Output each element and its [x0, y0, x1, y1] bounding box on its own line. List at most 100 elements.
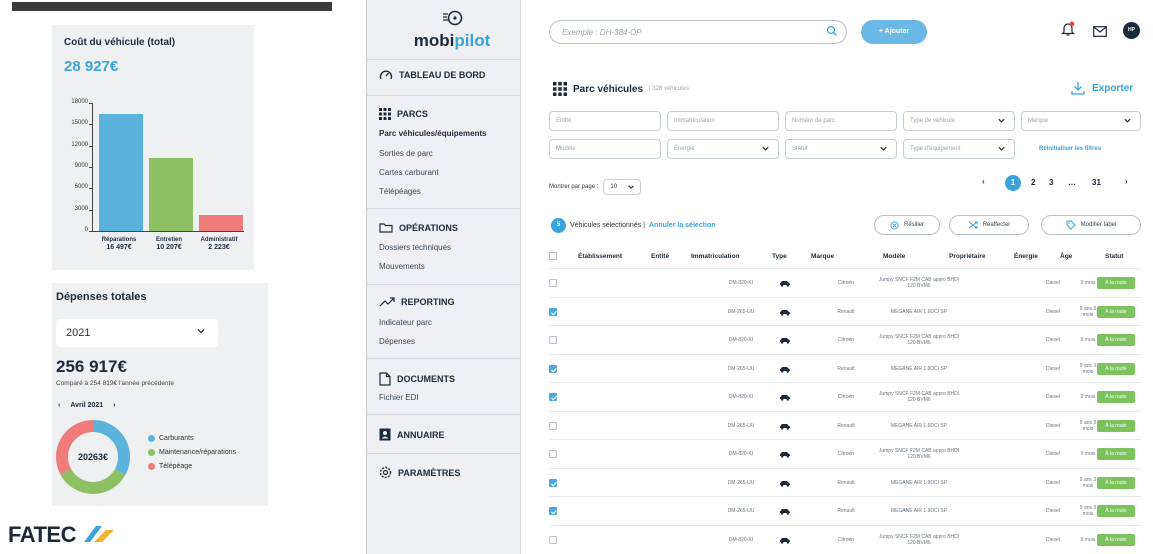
nav-dashboard[interactable]: TABLEAU DE BORD: [379, 69, 485, 81]
year-select[interactable]: 2021: [56, 319, 218, 347]
chevron-down-icon: [196, 326, 206, 339]
y-tick-label: 6000: [74, 184, 88, 191]
cancel-selection-link[interactable]: Annuler la sélection: [649, 222, 716, 229]
filter-type-vehicule[interactable]: Type de véhicule: [903, 111, 1015, 131]
table-row[interactable]: DM-265-UU Renault MEGANE AIR 1.9DCI SP Dies…: [549, 496, 1141, 525]
table-row[interactable]: DM-820-KI Citroën Jumpy SNCF F2M CAB appro…: [549, 268, 1141, 297]
page-title-text: Parc véhicules: [573, 83, 644, 95]
search-icon[interactable]: [826, 25, 838, 39]
cell-immatriculation: DM-820-KI: [728, 337, 754, 343]
pager-page-3[interactable]: 3: [1049, 178, 1053, 187]
col-age[interactable]: Âge: [1060, 253, 1072, 260]
filter-marque[interactable]: Marque: [1021, 111, 1141, 131]
filter-entite[interactable]: Entité: [549, 111, 661, 131]
row-checkbox[interactable]: [549, 364, 557, 373]
nav-parc-vehicules[interactable]: Parc véhicules/équipements: [379, 129, 487, 138]
nav-mouvements[interactable]: Mouvements: [379, 262, 425, 271]
nav-operations[interactable]: OPÉRATIONS: [379, 222, 458, 233]
expenses-card-title: Dépenses totales: [56, 291, 147, 303]
nav-parcs[interactable]: PARCS: [379, 108, 428, 120]
filter-modele[interactable]: Modèle: [549, 139, 661, 159]
nav-cartes-carburant[interactable]: Cartes carburant: [379, 168, 439, 177]
nav-annuaire[interactable]: ANNUAIRE: [379, 428, 445, 441]
mobipilot-logo[interactable]: mobipilot: [407, 8, 497, 51]
filter-statut[interactable]: Statut: [785, 139, 897, 159]
add-button[interactable]: + Ajouter: [861, 20, 927, 44]
table-row[interactable]: DM-820-KI Citroën Jumpy SNCF F2M CAB appro…: [549, 382, 1141, 411]
col-etablissement[interactable]: Établissement: [578, 253, 622, 260]
nav-fichier-edi[interactable]: Fichier EDI: [379, 393, 419, 402]
filter-type-equipement[interactable]: Type d'équipement: [903, 139, 1015, 159]
nav-reporting[interactable]: REPORTING: [379, 297, 455, 307]
cell-immatriculation: DM-820-KI: [728, 451, 754, 457]
nav-documents[interactable]: DOCUMENTS: [379, 372, 455, 386]
nav-divider: [367, 95, 521, 96]
nav-dossiers-techniques[interactable]: Dossiers techniques: [379, 243, 451, 252]
table-row[interactable]: DM-265-UU Renault MEGANE AIR 1.9DCI SP Dies…: [549, 296, 1141, 326]
col-type[interactable]: Type: [772, 253, 787, 260]
table-row[interactable]: DM-820-KI Citroën Jumpy SNCF F2M CAB appro…: [549, 325, 1141, 354]
row-checkbox[interactable]: [549, 393, 557, 401]
cell-immatriculation: DM-265-UU: [727, 308, 755, 315]
row-checkbox[interactable]: [549, 478, 557, 487]
row-checkbox[interactable]: [549, 507, 557, 515]
car-icon: [780, 309, 790, 316]
next-month-button[interactable]: ›: [113, 402, 115, 409]
check-icon: [551, 367, 557, 373]
row-checkbox[interactable]: [549, 307, 557, 316]
mail-icon[interactable]: [1093, 24, 1107, 42]
export-button[interactable]: Exporter: [1070, 80, 1133, 96]
col-marque[interactable]: Marque: [811, 253, 834, 260]
row-checkbox[interactable]: [549, 450, 557, 458]
bar-value-label: 10 207€: [156, 244, 182, 251]
pager-page-1[interactable]: 1: [1005, 175, 1021, 191]
table-row[interactable]: DM-265-UU Renault MEGANE AIR 1.9DCI SP Dies…: [549, 467, 1141, 497]
row-checkbox[interactable]: [549, 535, 557, 544]
pager-prev-button[interactable]: ‹: [982, 177, 985, 186]
select-all-checkbox[interactable]: [549, 252, 557, 260]
pager-page-2[interactable]: 2: [1031, 178, 1035, 187]
row-checkbox[interactable]: [549, 421, 557, 430]
filter-energie[interactable]: Énergie: [667, 139, 779, 159]
reaffecter-button[interactable]: Réaffecter: [949, 215, 1029, 235]
filter-type-equipement-label: Type d'équipement: [910, 146, 961, 152]
cell-modele: MEGANE AIR 1.9DCI SP: [890, 308, 948, 315]
nav-sorties-de-parc[interactable]: Sorties de parc: [379, 149, 433, 158]
col-modele[interactable]: Modèle: [883, 253, 905, 260]
cost-bar-administratif: [199, 215, 243, 231]
col-entite[interactable]: Entité: [651, 253, 669, 260]
nav-telepeages[interactable]: Télépéages: [379, 187, 421, 196]
nav-indicateur-parc[interactable]: Indicateur parc: [379, 318, 432, 327]
bell-icon[interactable]: [1061, 21, 1075, 42]
row-checkbox[interactable]: [549, 336, 557, 344]
table-row[interactable]: DM-820-KI Citroën Jumpy SNCF F2M CAB appro…: [549, 439, 1141, 468]
col-proprietaire[interactable]: Propriétaire: [949, 253, 986, 260]
cell-modele: MEGANE AIR 1.9DCI SP: [890, 365, 948, 372]
status-badge: À la route: [1097, 334, 1135, 346]
filter-numero-parc[interactable]: Numéro de parc: [785, 111, 897, 131]
resilier-button[interactable]: Résilier: [874, 215, 940, 235]
prev-month-button[interactable]: ‹: [58, 402, 60, 409]
col-immatriculation[interactable]: Immatriculation: [691, 253, 739, 260]
modifier-label-button[interactable]: Modifier label: [1041, 215, 1141, 235]
per-page-select[interactable]: 10: [603, 179, 642, 195]
table-row[interactable]: DM-265-UU Renault MEGANE AIR 1.9DCI SP Dies…: [549, 353, 1141, 383]
col-energie[interactable]: Énergie: [1014, 253, 1038, 260]
vehicle-cost-card: Coût du véhicule (total) 28 927€ 18000 15…: [52, 25, 254, 270]
col-statut[interactable]: Statut: [1105, 253, 1123, 260]
cell-immatriculation: DM-265-UU: [727, 365, 755, 372]
search-input[interactable]: Exemple : DH-384-OP: [549, 20, 847, 44]
table-row[interactable]: DM-820-KI Citroën Jumpy SNCF F2M CAB appro…: [549, 524, 1141, 554]
pager-next-button[interactable]: ›: [1125, 177, 1128, 186]
cost-chart-axis-line: [92, 103, 93, 231]
nav-parametres[interactable]: PARAMÈTRES: [379, 466, 460, 479]
user-avatar[interactable]: HP: [1123, 22, 1140, 39]
cell-modele: Jumpy SNCF F2M CAB appro BHDI 120 BVM6: [878, 533, 960, 546]
pager-page-last[interactable]: 31: [1092, 178, 1101, 187]
nav-depenses[interactable]: Dépenses: [379, 337, 415, 346]
row-checkbox[interactable]: [549, 279, 557, 287]
cell-energie: Diesel: [1046, 508, 1060, 514]
reset-filters-link[interactable]: Réinitialiser les filtres: [1039, 146, 1101, 152]
filter-immatriculation[interactable]: Immatriculation: [667, 111, 779, 131]
table-row[interactable]: DM-265-UU Renault MEGANE AIR 1.9DCI SP Dies…: [549, 410, 1141, 440]
